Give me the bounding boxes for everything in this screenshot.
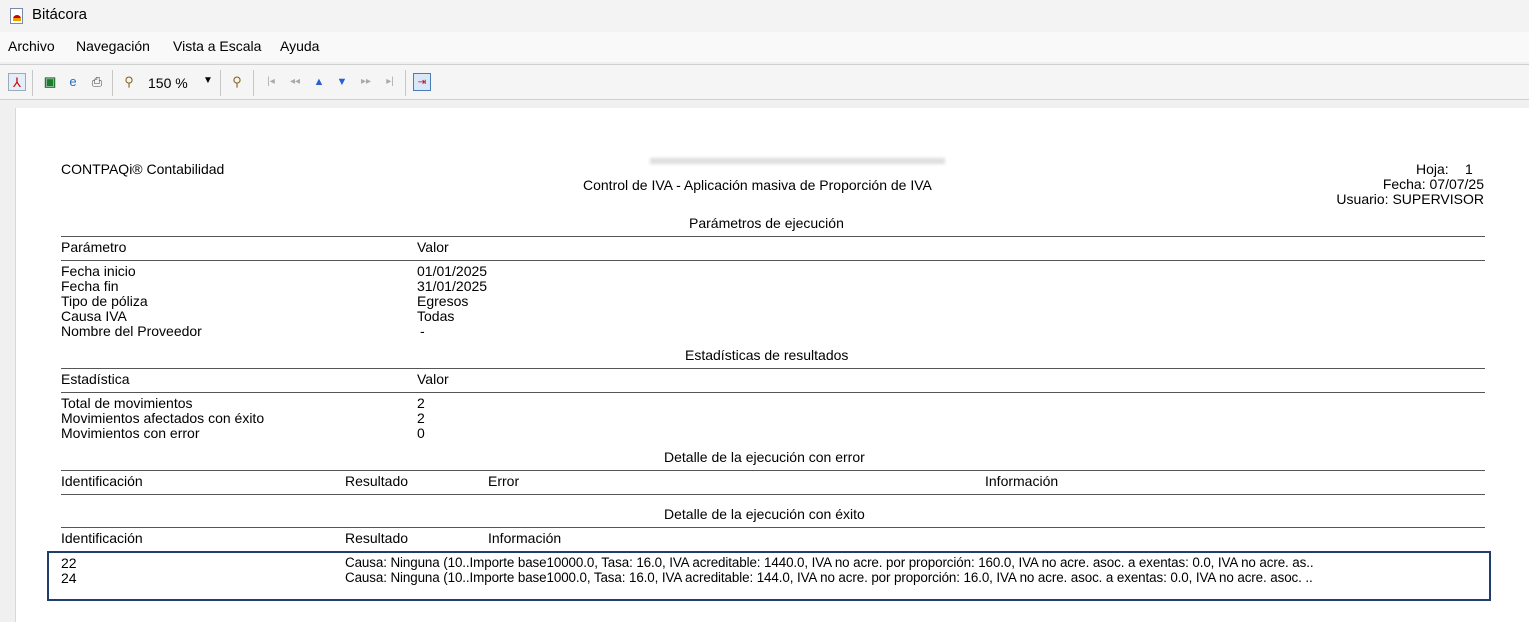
hoja-value: 1 <box>1465 161 1473 177</box>
params-heading: Parámetros de ejecución <box>689 215 844 231</box>
zoom-select[interactable]: 150 % <box>148 75 188 91</box>
param-value: - <box>420 323 425 339</box>
html-export-icon[interactable]: e <box>64 73 82 91</box>
redacted-text <box>650 158 945 164</box>
report-title: Control de IVA - Aplicación masiva de Pr… <box>583 177 932 193</box>
menu-ayuda[interactable]: Ayuda <box>280 38 319 54</box>
param-label: Fecha inicio <box>61 263 136 279</box>
param-value: 31/01/2025 <box>417 278 488 294</box>
param-value: 01/01/2025 <box>417 263 488 279</box>
stat-label: Movimientos con error <box>61 425 200 441</box>
param-label: Tipo de póliza <box>61 293 148 309</box>
next-page-icon[interactable]: ▸▸ <box>357 73 375 91</box>
stat-value: 2 <box>417 395 425 411</box>
params-col-2: Valor <box>417 239 449 255</box>
stat-value: 0 <box>417 425 425 441</box>
window-title: Bitácora <box>32 6 88 23</box>
stats-col-2: Valor <box>417 371 449 387</box>
menu-vista-escala[interactable]: Vista a Escala <box>173 38 261 54</box>
param-label: Nombre del Proveedor <box>61 323 202 339</box>
success-col-result: Resultado <box>345 530 409 546</box>
stats-col-1: Estadística <box>61 371 130 387</box>
exit-icon[interactable]: ⇥ <box>413 73 431 91</box>
param-value: Egresos <box>417 293 469 309</box>
toolbar: ⅄ ▣ e ⎙ ⚲ 150 % ▼ ⚲ |◂ ◂◂ ▲ ▼ ▸▸ ▸| ⇥ <box>0 64 1529 100</box>
zoom-icon[interactable]: ⚲ <box>120 73 138 91</box>
param-value: Todas <box>417 308 455 324</box>
page-up-icon[interactable]: ▲ <box>310 73 328 91</box>
param-label: Fecha fin <box>61 278 119 294</box>
errors-heading: Detalle de la ejecución con error <box>664 449 865 465</box>
errors-col-error: Error <box>488 473 520 489</box>
stats-heading: Estadísticas de resultados <box>685 347 849 363</box>
page-down-icon[interactable]: ▼ <box>333 73 351 91</box>
fecha: Fecha: 07/07/25 <box>1382 176 1484 192</box>
title-bar: Bitácora <box>0 0 1529 32</box>
company-name: CONTPAQi® Contabilidad <box>61 161 225 177</box>
app-icon <box>10 8 23 24</box>
errors-col-info: Información <box>985 473 1059 489</box>
print-icon[interactable]: ⎙ <box>88 73 106 91</box>
param-label: Causa IVA <box>61 308 127 324</box>
stat-label: Total de movimientos <box>61 395 193 411</box>
success-col-id: Identificación <box>61 530 143 546</box>
highlight-box <box>47 551 1491 601</box>
menu-navegacion[interactable]: Navegación <box>76 38 150 54</box>
stat-value: 2 <box>417 410 425 426</box>
errors-col-id: Identificación <box>61 473 143 489</box>
menu-bar: Archivo Navegación Vista a Escala Ayuda <box>0 32 1529 62</box>
success-heading: Detalle de la ejecución con éxito <box>664 506 865 522</box>
menu-archivo[interactable]: Archivo <box>8 38 55 54</box>
hoja-label: Hoja: <box>1416 161 1449 177</box>
first-page-icon[interactable]: |◂ <box>262 73 280 91</box>
prev-page-icon[interactable]: ◂◂ <box>286 73 304 91</box>
params-col-1: Parámetro <box>61 239 127 255</box>
find-icon[interactable]: ⚲ <box>228 73 246 91</box>
chevron-down-icon[interactable]: ▼ <box>203 75 213 86</box>
last-page-icon[interactable]: ▸| <box>381 73 399 91</box>
pdf-export-icon[interactable]: ⅄ <box>8 73 26 91</box>
usuario: Usuario: SUPERVISOR <box>1336 191 1484 207</box>
stat-label: Movimientos afectados con éxito <box>61 410 265 426</box>
excel-export-icon[interactable]: ▣ <box>41 73 59 91</box>
success-col-info: Información <box>488 530 562 546</box>
errors-col-result: Resultado <box>345 473 409 489</box>
